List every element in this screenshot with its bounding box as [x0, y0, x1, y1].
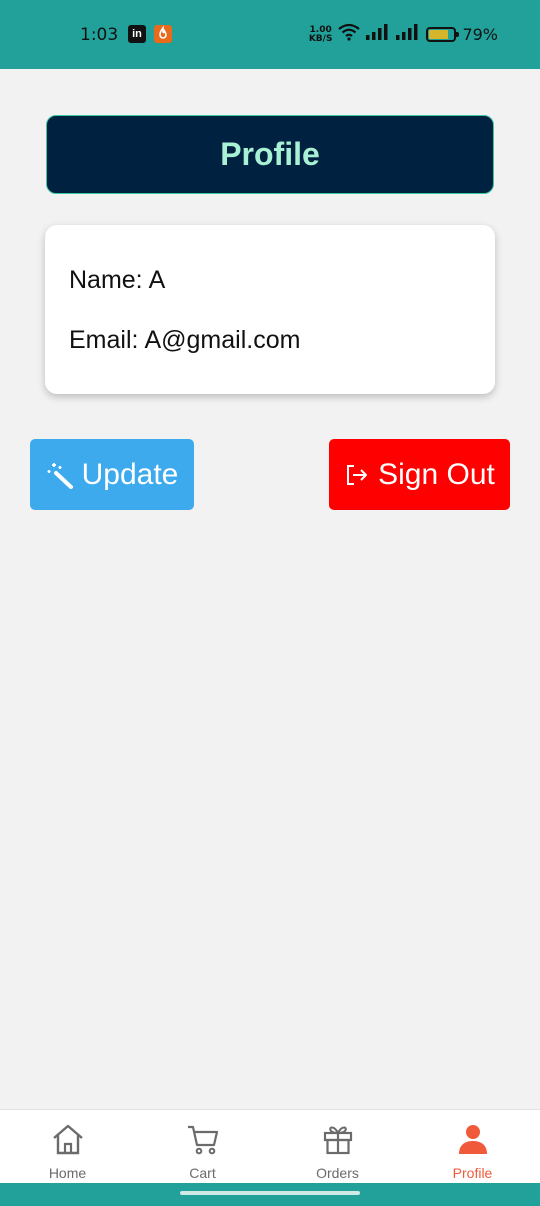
email-label: Email:	[69, 325, 139, 354]
notification-icons: in	[128, 25, 172, 43]
name-value: A	[148, 265, 166, 294]
page-title: Profile	[220, 136, 320, 172]
update-button[interactable]: Update	[30, 439, 194, 510]
name-label: Name:	[69, 265, 143, 294]
status-time: 1:03	[80, 25, 119, 45]
sign-out-button[interactable]: Sign Out	[329, 439, 510, 510]
gesture-area	[0, 1183, 540, 1206]
status-right-group: 1.00 KB/S 79%	[309, 23, 498, 46]
network-speed: 1.00 KB/S	[308, 24, 333, 44]
cart-icon	[185, 1122, 221, 1161]
gesture-bar[interactable]	[180, 1191, 360, 1195]
battery-fill	[429, 30, 449, 39]
gift-icon	[320, 1122, 356, 1161]
email-value: A@gmail.com	[144, 325, 301, 354]
nav-label-cart: Cart	[189, 1165, 216, 1181]
sign-out-button-label: Sign Out	[378, 457, 495, 491]
nav-item-cart[interactable]: Cart	[135, 1110, 270, 1183]
nav-item-home[interactable]: Home	[0, 1110, 135, 1183]
bottom-navigation: Home Cart Orders Profile	[0, 1109, 540, 1183]
app-flame-icon	[154, 25, 172, 43]
home-icon	[50, 1122, 86, 1161]
profile-info-card: Name: A Email: A@gmail.com	[45, 225, 495, 394]
signal-icon	[366, 24, 390, 45]
status-bar: 1:03 in 1.00 KB/S 79%	[0, 0, 540, 69]
signal-icon	[396, 24, 420, 45]
sign-out-icon	[344, 462, 370, 488]
battery-icon	[426, 27, 460, 42]
person-icon	[455, 1122, 491, 1161]
nav-label-profile: Profile	[452, 1165, 493, 1181]
nav-item-profile[interactable]: Profile	[405, 1110, 540, 1183]
magic-wand-icon	[46, 461, 74, 489]
name-row: Name: A	[69, 265, 471, 295]
email-row: Email: A@gmail.com	[69, 325, 471, 355]
nav-item-orders[interactable]: Orders	[270, 1110, 405, 1183]
page-title-banner: Profile	[46, 115, 494, 194]
nav-label-orders: Orders	[316, 1165, 359, 1181]
linkedin-icon: in	[128, 25, 146, 43]
battery-percent: 79%	[462, 25, 498, 44]
wifi-icon	[338, 23, 361, 46]
update-button-label: Update	[81, 457, 179, 491]
nav-label-home: Home	[48, 1165, 87, 1181]
